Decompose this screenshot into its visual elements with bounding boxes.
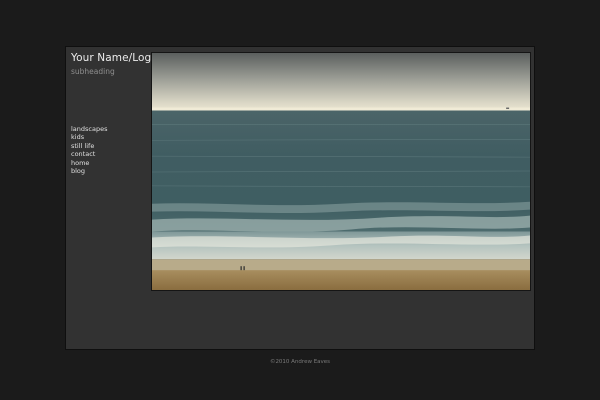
main-nav: landscapes kids still life contact home … (71, 125, 108, 175)
sidebar: Your Name/Logo subheading landscapes kid… (71, 52, 158, 175)
nav-item-home[interactable]: home (71, 159, 108, 167)
nav-item-landscapes[interactable]: landscapes (71, 125, 108, 133)
site-container: Your Name/Logo subheading landscapes kid… (65, 46, 535, 350)
footer-copyright: ©2010 Andrew Eaves (269, 359, 331, 365)
site-logo[interactable]: Your Name/Logo (71, 52, 158, 64)
nav-item-still-life[interactable]: still life (71, 142, 108, 150)
nav-item-contact[interactable]: contact (71, 150, 108, 158)
nav-item-blog[interactable]: blog (71, 167, 108, 175)
site-subheading: subheading (71, 67, 115, 76)
seascape-image (152, 53, 530, 290)
featured-photo[interactable] (151, 52, 531, 291)
nav-item-kids[interactable]: kids (71, 133, 108, 141)
